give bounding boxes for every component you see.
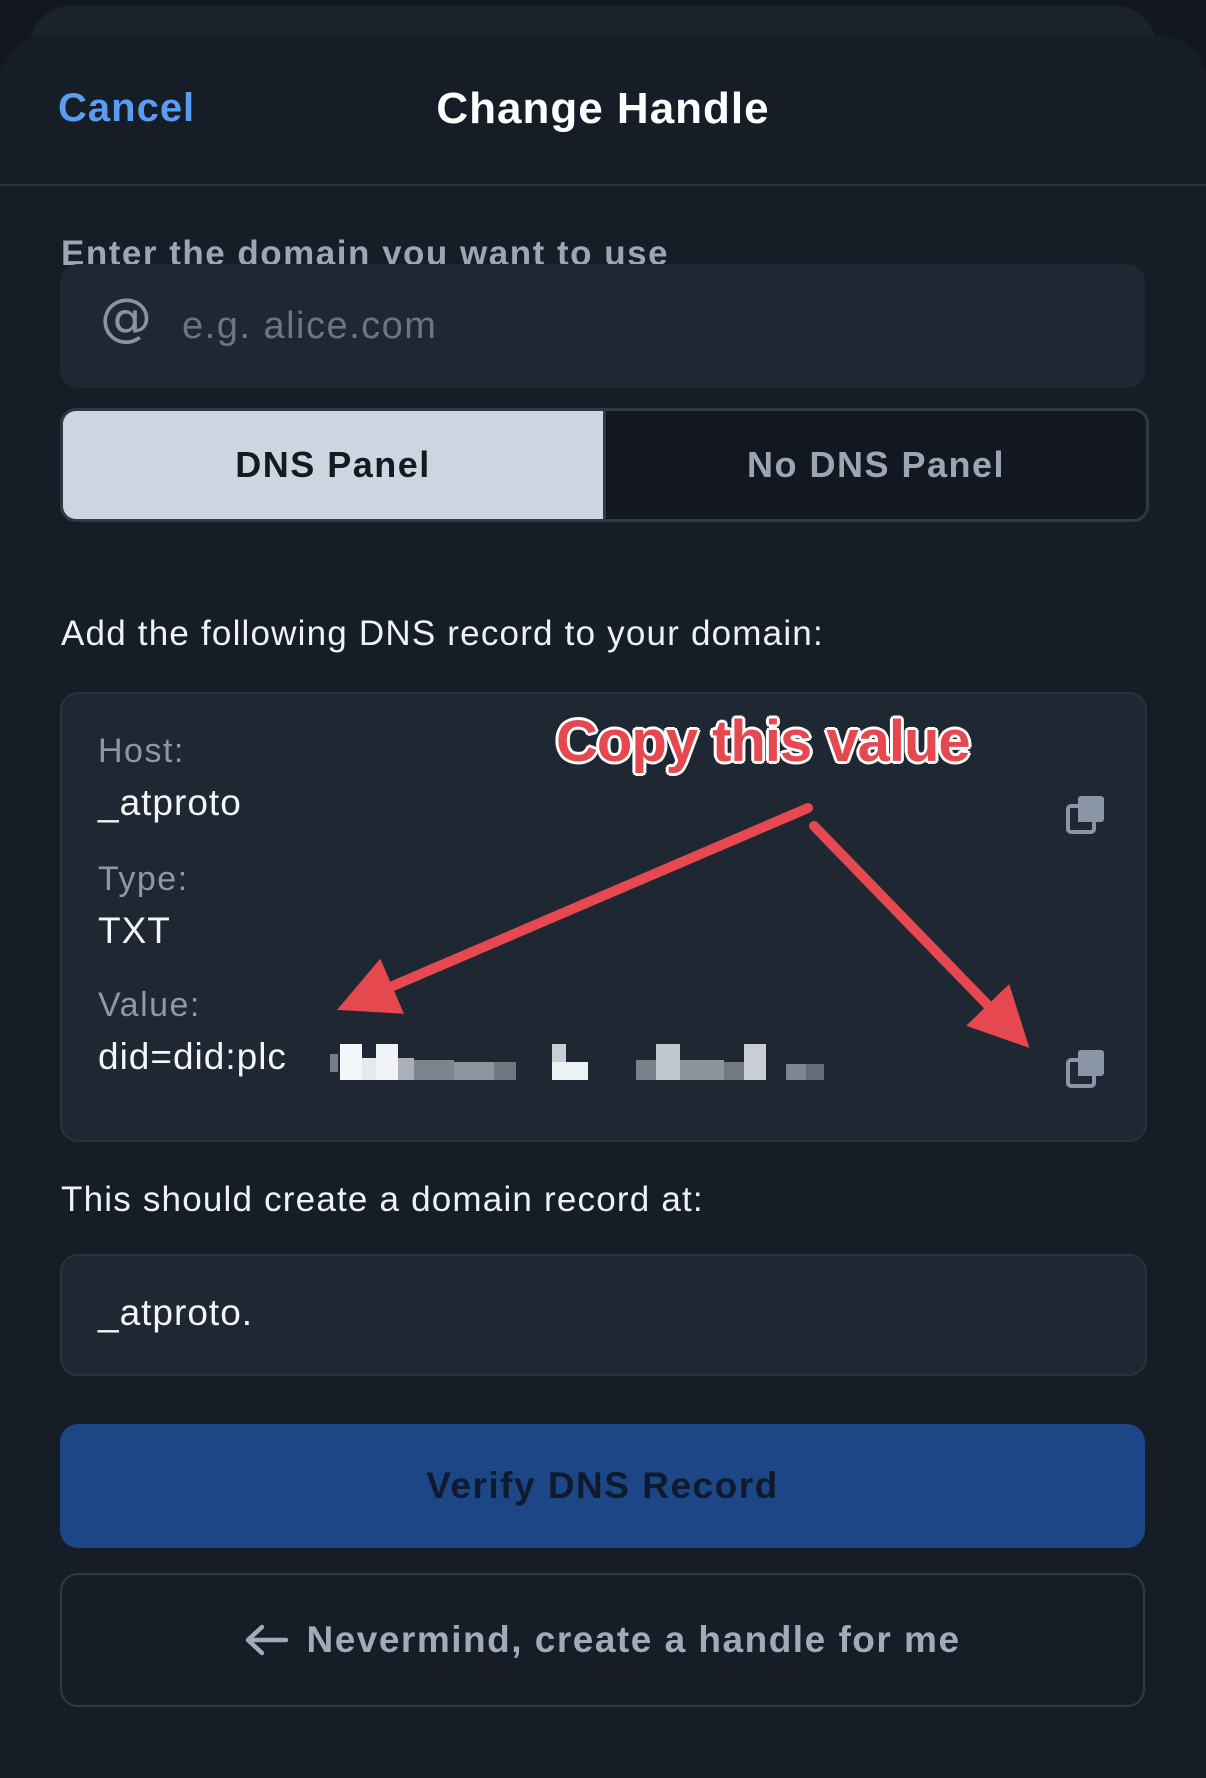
type-value: TXT	[98, 910, 171, 951]
verify-button-label: Verify DNS Record	[426, 1465, 779, 1506]
nevermind-button[interactable]: Nevermind, create a handle for me	[60, 1573, 1145, 1707]
value-label: Value:	[98, 986, 201, 1024]
host-label: Host:	[98, 732, 185, 770]
dns-panel-tabs: DNS Panel No DNS Panel	[60, 408, 1149, 522]
domain-input[interactable]	[180, 294, 1084, 358]
at-sign-icon: @	[100, 288, 152, 348]
annotation-callout: Copy this value	[556, 709, 971, 774]
copy-host-icon[interactable]	[1064, 792, 1108, 836]
domain-record-result: _atproto.	[60, 1254, 1147, 1376]
redacted-value	[330, 1044, 824, 1080]
instruction-label: Add the following DNS record to your dom…	[61, 614, 824, 653]
host-value: _atproto	[98, 782, 242, 823]
domain-record-value: _atproto.	[98, 1292, 254, 1333]
nevermind-button-label: Nevermind, create a handle for me	[306, 1619, 961, 1660]
type-label: Type:	[98, 860, 189, 898]
tab-dns-panel[interactable]: DNS Panel	[63, 411, 603, 519]
copy-value-icon[interactable]	[1064, 1046, 1108, 1090]
arrow-left-icon	[246, 1624, 289, 1656]
header: Cancel Change Handle	[0, 36, 1206, 186]
result-prompt-label: This should create a domain record at:	[61, 1180, 704, 1219]
tab-no-dns-panel[interactable]: No DNS Panel	[603, 411, 1146, 519]
value-text: did=did:plc	[98, 1036, 287, 1077]
verify-dns-record-button[interactable]: Verify DNS Record	[60, 1424, 1145, 1548]
domain-input-container[interactable]: @	[60, 264, 1145, 388]
page-title: Change Handle	[436, 84, 770, 133]
